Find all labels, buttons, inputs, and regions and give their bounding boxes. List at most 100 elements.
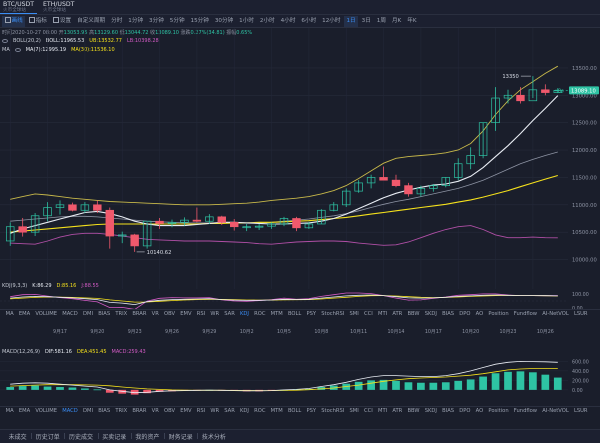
toolbar-item-2[interactable]: 设置 <box>50 16 73 27</box>
toolbar-item-12[interactable]: 4小时 <box>278 16 298 27</box>
indicator-tab-psy[interactable]: PSY <box>304 408 319 414</box>
toolbar-item-19[interactable]: 年K <box>405 16 419 27</box>
indicator-tab-cci[interactable]: CCI <box>361 408 375 414</box>
toolbar-item-3[interactable]: 自定义周期 <box>75 16 108 27</box>
bottom-tab-5[interactable]: 财务记录 <box>164 432 197 441</box>
toolbar-item-5[interactable]: 1分钟 <box>126 16 146 27</box>
toolbar-item-13[interactable]: 6小时 <box>299 16 319 27</box>
indicator-tab-boll[interactable]: BOLL <box>285 311 304 317</box>
indicator-tab-bbw[interactable]: BBW <box>405 408 422 414</box>
indicator-tab-position[interactable]: Position <box>486 311 511 317</box>
indicator-tab-ma[interactable]: MA <box>3 408 16 414</box>
macd-bar <box>56 387 64 390</box>
indicator-tab-lsur[interactable]: LSUR <box>571 311 590 317</box>
indicator-tab-obv[interactable]: OBV <box>161 311 177 317</box>
indicator-tab-kdj[interactable]: KDJ <box>237 311 251 317</box>
indicator-tab-macd[interactable]: MACD <box>60 408 81 414</box>
indicator-tab-vr[interactable]: VR <box>149 311 161 317</box>
indicator-tab-psy[interactable]: PSY <box>304 311 319 317</box>
indicator-tab-smi[interactable]: SMI <box>347 408 362 414</box>
indicator-tab-dpo[interactable]: DPO <box>457 311 473 317</box>
indicator-tab-ai-netvol[interactable]: AI-NetVOL <box>540 311 572 317</box>
price-chart[interactable]: 13500.0013000.0012500.0012000.0011500.00… <box>0 28 600 289</box>
indicator-tab-bias[interactable]: BIAS <box>440 311 457 317</box>
indicator-tab-trix[interactable]: TRIX <box>113 311 130 317</box>
indicator-tab-ema[interactable]: EMA <box>16 311 33 317</box>
tab-btc-usdt[interactable]: BTC/USDT 火币全球站 <box>0 1 38 14</box>
indicator-tab-fundflow[interactable]: Fundflow <box>511 311 539 317</box>
indicator-tab-fundflow[interactable]: Fundflow <box>511 408 539 414</box>
bottom-tab-0[interactable]: 未成交 <box>4 432 31 441</box>
toolbar-item-10[interactable]: 1小时 <box>237 16 257 27</box>
indicator-tab-cci[interactable]: CCI <box>361 311 375 317</box>
toolbar-item-4[interactable]: 分时 <box>109 16 125 27</box>
indicator-tab-emv[interactable]: EMV <box>178 311 195 317</box>
indicator-tab-ai-netvol[interactable]: AI-NetVOL <box>540 408 572 414</box>
indicator-tab-rsi[interactable]: RSI <box>194 311 208 317</box>
kdj-name[interactable]: KDJ(9,3,3) <box>2 282 27 290</box>
indicator-tab-roc[interactable]: ROC <box>252 311 269 317</box>
indicator-tab-boll[interactable]: BOLL <box>285 408 304 414</box>
indicator-tab-ma[interactable]: MA <box>3 311 16 317</box>
indicator-tab-stochrsi[interactable]: StochRSI <box>319 408 347 414</box>
indicator-tab-stochrsi[interactable]: StochRSI <box>319 311 347 317</box>
toolbar-item-7[interactable]: 5分钟 <box>167 16 187 27</box>
indicator-tab-ema[interactable]: EMA <box>16 408 33 414</box>
indicator-tab-position[interactable]: Position <box>486 408 511 414</box>
indicator-tab-lsur[interactable]: LSUR <box>571 408 590 414</box>
macd-bar <box>429 382 438 390</box>
indicator-tab-mtm[interactable]: MTM <box>268 311 285 317</box>
macd-name[interactable]: MACD(12,26,9) <box>2 348 40 356</box>
toolbar-item-6[interactable]: 3分钟 <box>147 16 167 27</box>
indicator-tab-volume[interactable]: VOLUME <box>33 311 60 317</box>
indicator-tab-bias[interactable]: BIAS <box>96 408 113 414</box>
indicator-tab-mtm[interactable]: MTM <box>268 408 285 414</box>
indicator-tab-smi[interactable]: SMI <box>347 311 362 317</box>
indicator-tab-wr[interactable]: WR <box>208 311 222 317</box>
indicator-tab-mti[interactable]: MTI <box>375 311 389 317</box>
bottom-tab-6[interactable]: 技术分析 <box>197 432 230 441</box>
indicator-tab-bbw[interactable]: BBW <box>405 311 422 317</box>
indicator-tab-ao[interactable]: AO <box>473 311 486 317</box>
toolbar-item-14[interactable]: 12小时 <box>320 16 343 27</box>
bottom-tab-3[interactable]: 买卖记录 <box>97 432 131 441</box>
indicator-tab-vr[interactable]: VR <box>149 408 161 414</box>
toolbar-item-8[interactable]: 15分钟 <box>188 16 211 27</box>
indicator-tab-brar[interactable]: BRAR <box>130 311 149 317</box>
indicator-tab-dmi[interactable]: DMI <box>80 408 95 414</box>
toolbar-item-15[interactable]: 1日 <box>343 15 359 27</box>
indicator-tab-mti[interactable]: MTI <box>375 408 389 414</box>
indicator-tab-sar[interactable]: SAR <box>222 311 238 317</box>
toolbar-item-0[interactable]: 画线 <box>2 15 26 27</box>
indicator-tab-macd[interactable]: MACD <box>60 311 81 317</box>
indicator-tab-volume[interactable]: VOLUME <box>33 408 60 414</box>
indicator-tab-roc[interactable]: ROC <box>252 408 269 414</box>
toolbar-item-1[interactable]: 指标 <box>26 16 49 27</box>
indicator-tab-ao[interactable]: AO <box>473 408 486 414</box>
indicator-tab-sar[interactable]: SAR <box>222 408 238 414</box>
toolbar-item-11[interactable]: 2小时 <box>257 16 277 27</box>
indicator-tab-bias[interactable]: BIAS <box>440 408 457 414</box>
indicator-tab-wr[interactable]: WR <box>208 408 222 414</box>
indicator-tab-obv[interactable]: OBV <box>161 408 177 414</box>
indicator-tab-brar[interactable]: BRAR <box>130 408 149 414</box>
indicator-tab-kdj[interactable]: KDJ <box>237 408 251 414</box>
toolbar-item-17[interactable]: 1周 <box>374 16 388 27</box>
indicator-tab-atr[interactable]: ATR <box>390 408 405 414</box>
toolbar-item-9[interactable]: 30分钟 <box>212 16 235 27</box>
indicator-tab-dmi[interactable]: DMI <box>80 311 95 317</box>
indicator-tab-atr[interactable]: ATR <box>390 311 405 317</box>
bottom-tab-1[interactable]: 历史订单 <box>31 432 64 441</box>
indicator-tab-dpo[interactable]: DPO <box>457 408 473 414</box>
bottom-tab-2[interactable]: 历史成交 <box>64 432 97 441</box>
indicator-tab-rsi[interactable]: RSI <box>194 408 208 414</box>
indicator-tab-skdj[interactable]: SKDJ <box>422 311 439 317</box>
indicator-tab-trix[interactable]: TRIX <box>113 408 130 414</box>
indicator-tab-skdj[interactable]: SKDJ <box>422 408 439 414</box>
toolbar-item-18[interactable]: 月K <box>389 16 403 27</box>
bottom-tab-4[interactable]: 我的资产 <box>130 432 164 441</box>
indicator-tab-emv[interactable]: EMV <box>178 408 195 414</box>
toolbar-item-16[interactable]: 3日 <box>359 16 373 27</box>
tab-eth-usdt[interactable]: ETH/USDT 火币全球站 <box>40 1 77 14</box>
indicator-tab-bias[interactable]: BIAS <box>96 311 113 317</box>
